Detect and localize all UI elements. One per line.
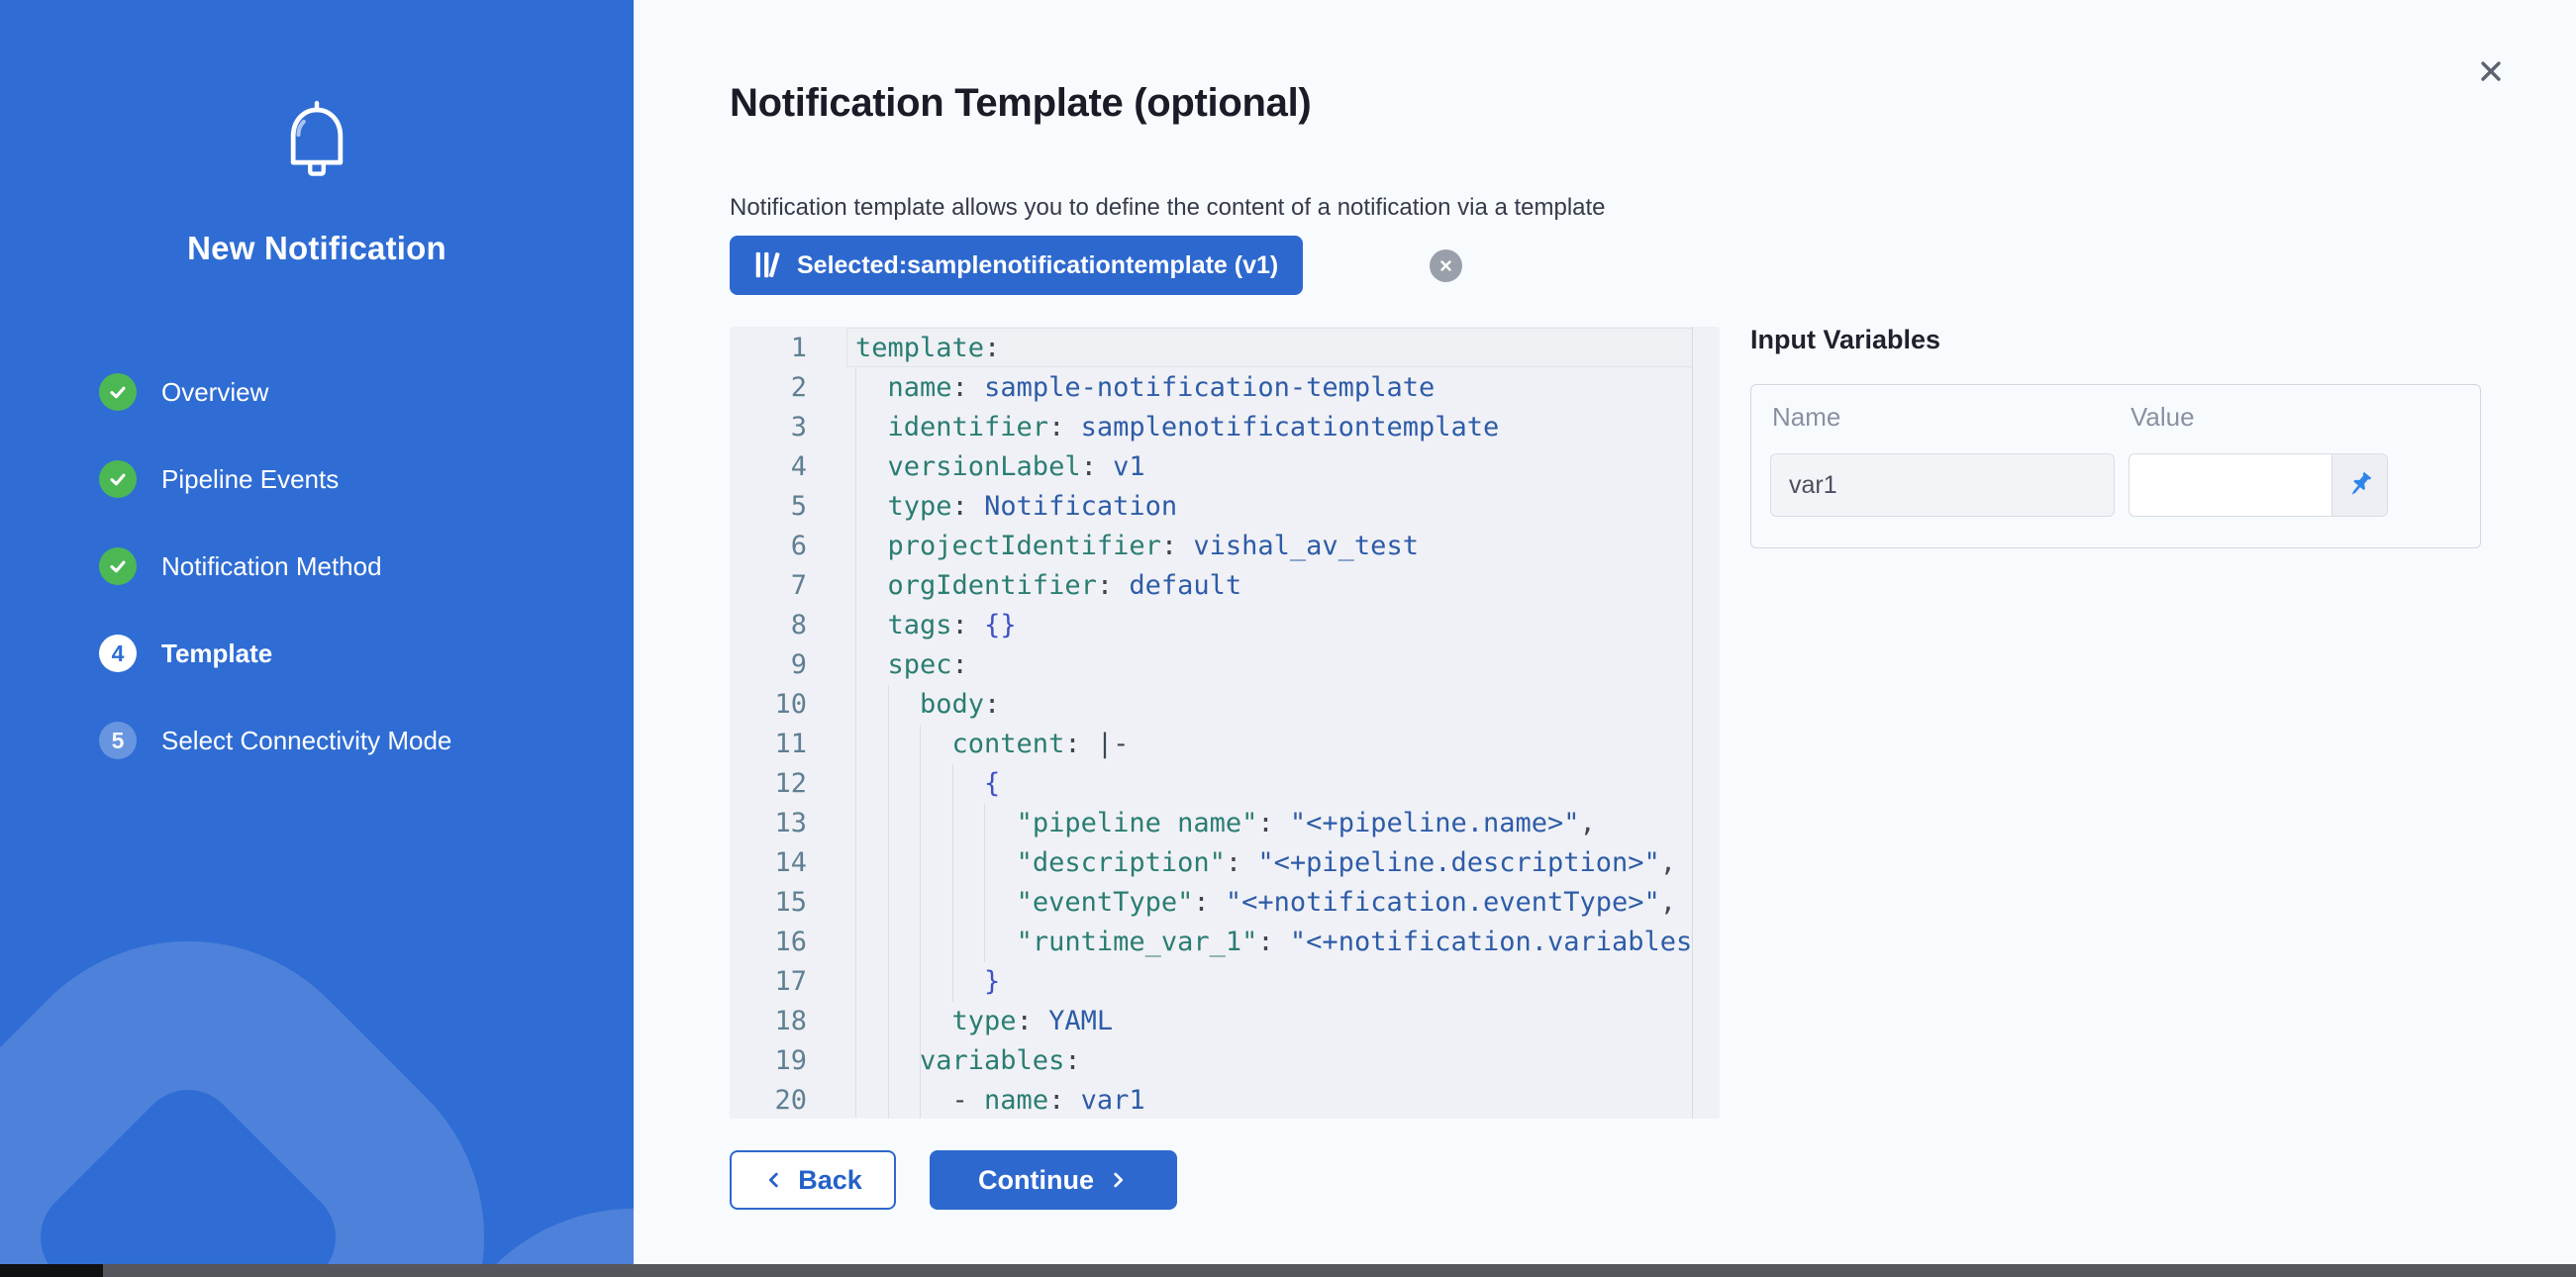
line-number: 18 [730, 1002, 807, 1041]
step-number: 4 [99, 635, 137, 672]
remove-template-button[interactable] [1430, 249, 1462, 282]
line-number: 16 [730, 923, 807, 962]
line-number: 15 [730, 883, 807, 923]
code-line: 14 "description": "<+pipeline.descriptio… [730, 843, 1692, 883]
line-number: 7 [730, 566, 807, 606]
code-line: 9 spec: [730, 645, 1692, 685]
step-item-notification-method[interactable]: Notification Method [99, 547, 451, 585]
line-number: 11 [730, 725, 807, 764]
line-number: 3 [730, 408, 807, 447]
line-number: 12 [730, 764, 807, 804]
code-line: 5 type: Notification [730, 487, 1692, 527]
code-line: 7 orgIdentifier: default [730, 566, 1692, 606]
line-number: 8 [730, 606, 807, 645]
code-line: 18 type: YAML [730, 1002, 1692, 1041]
back-button-label: Back [798, 1165, 862, 1196]
scrollbar-divider [1692, 327, 1693, 1119]
continue-button-label: Continue [978, 1165, 1094, 1196]
code-line: 4 versionLabel: v1 [730, 447, 1692, 487]
line-number: 17 [730, 962, 807, 1002]
bottom-bar-dark-segment [0, 1264, 103, 1277]
code-line: 11 content: |- [730, 725, 1692, 764]
pin-icon [2344, 469, 2376, 501]
step-item-select-connectivity-mode[interactable]: 5 Select Connectivity Mode [99, 722, 451, 759]
code-line: 20 - name: var1 [730, 1081, 1692, 1119]
code-line: 13 "pipeline name": "<+pipeline.name>", [730, 804, 1692, 843]
check-icon [99, 373, 137, 411]
step-item-pipeline-events[interactable]: Pipeline Events [99, 460, 451, 498]
page-title: Notification Template (optional) [730, 81, 1311, 126]
template-library-icon [754, 249, 781, 281]
line-number: 2 [730, 368, 807, 408]
code-line: 10 body: [730, 685, 1692, 725]
value-column-label: Value [2130, 402, 2195, 433]
step-list: Overview Pipeline Events Notification Meth… [99, 373, 451, 759]
brand-watermark [0, 859, 566, 1277]
code-line: 12 { [730, 764, 1692, 804]
code-line: 15 "eventType": "<+notification.eventTyp… [730, 883, 1692, 923]
line-number: 19 [730, 1041, 807, 1081]
selected-template-label: Selected:samplenotificationtemplate (v1) [797, 251, 1278, 280]
selected-template-chip[interactable]: Selected:samplenotificationtemplate (v1) [730, 236, 1303, 295]
variable-value-group [2129, 453, 2388, 517]
code-line: 6 projectIdentifier: vishal_av_test [730, 527, 1692, 566]
check-icon [99, 547, 137, 585]
line-number: 6 [730, 527, 807, 566]
input-variables-title: Input Variables [1750, 325, 1940, 355]
step-label: Notification Method [161, 551, 382, 582]
check-icon [99, 460, 137, 498]
step-label: Template [161, 638, 272, 669]
bell-icon [273, 95, 360, 190]
code-line: 1template: [730, 329, 1692, 368]
line-number: 4 [730, 447, 807, 487]
yaml-editor[interactable]: 1template:2 name: sample-notification-te… [730, 327, 1720, 1119]
variable-name-input[interactable] [1770, 453, 2115, 517]
close-icon [2474, 54, 2508, 88]
code-line: 19 variables: [730, 1041, 1692, 1081]
code-line: 16 "runtime_var_1": "<+notification.vari… [730, 923, 1692, 962]
step-item-template[interactable]: 4 Template [99, 635, 451, 672]
line-number: 14 [730, 843, 807, 883]
step-label: Select Connectivity Mode [161, 726, 451, 756]
line-number: 20 [730, 1081, 807, 1119]
step-label: Pipeline Events [161, 464, 339, 495]
wizard-sidebar: New Notification Overview Pipeline Events… [0, 0, 634, 1277]
pin-button[interactable] [2331, 454, 2387, 516]
code-line: 17 } [730, 962, 1692, 1002]
remove-icon [1437, 257, 1454, 274]
continue-button[interactable]: Continue [930, 1150, 1177, 1210]
variable-value-input[interactable] [2130, 454, 2331, 516]
code-line: 8 tags: {} [730, 606, 1692, 645]
code-line: 3 identifier: samplenotificationtemplate [730, 408, 1692, 447]
back-button[interactable]: Back [730, 1150, 896, 1210]
step-number: 5 [99, 722, 137, 759]
bottom-bar [0, 1264, 2576, 1277]
chevron-right-icon [1107, 1169, 1129, 1191]
wizard-title: New Notification [0, 230, 634, 267]
step-item-overview[interactable]: Overview [99, 373, 451, 411]
close-button[interactable] [2471, 51, 2511, 91]
code-line: 2 name: sample-notification-template [730, 368, 1692, 408]
line-number: 10 [730, 685, 807, 725]
page-subtitle: Notification template allows you to defi… [730, 194, 1606, 222]
name-column-label: Name [1772, 402, 1840, 433]
line-number: 9 [730, 645, 807, 685]
line-number: 1 [730, 329, 807, 368]
line-number: 13 [730, 804, 807, 843]
chevron-left-icon [763, 1169, 785, 1191]
line-number: 5 [730, 487, 807, 527]
step-label: Overview [161, 377, 268, 408]
